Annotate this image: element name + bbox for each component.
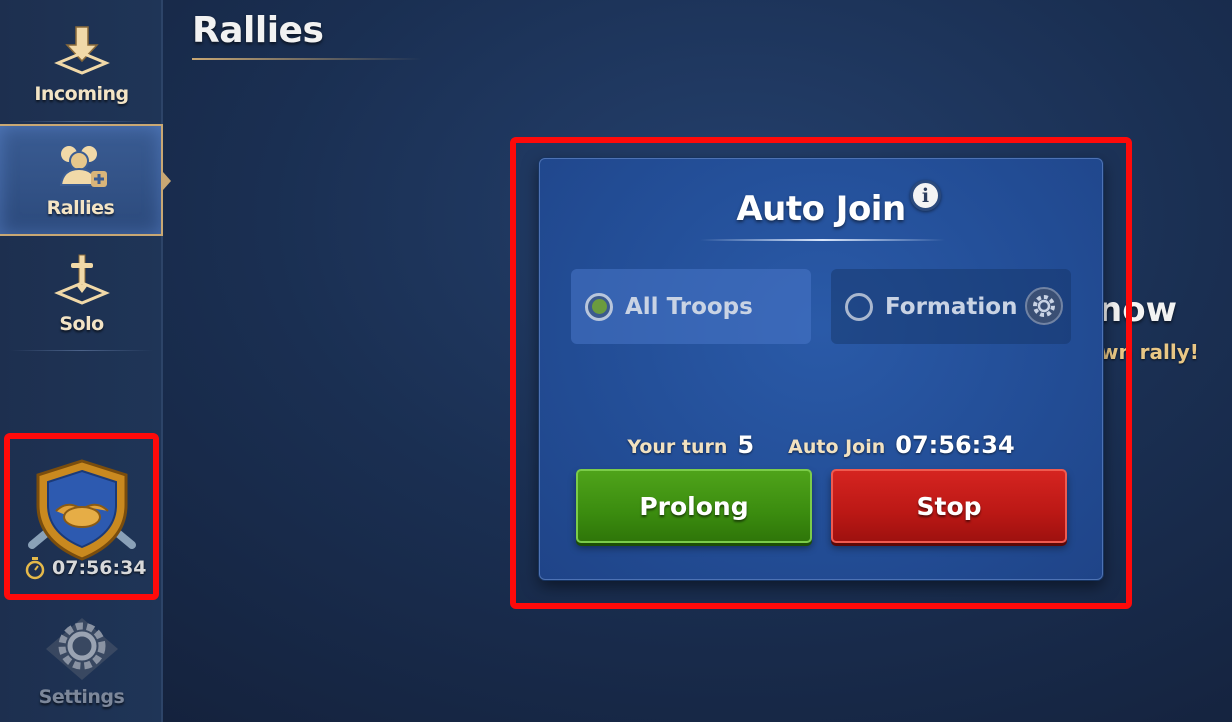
badge-timer-text: 07:56:34 — [52, 557, 147, 579]
auto-join-label: Auto Join — [788, 436, 886, 458]
group-add-icon — [59, 146, 107, 187]
option-label: All Troops — [625, 293, 753, 320]
option-all-troops[interactable]: All Troops — [571, 269, 811, 344]
sidebar-item-rallies[interactable]: Rallies — [0, 124, 163, 236]
option-formation[interactable]: Formation — [831, 269, 1071, 344]
divider — [10, 350, 153, 351]
option-label: Formation — [885, 293, 1018, 320]
sidebar-item-label: Solo — [59, 313, 104, 335]
title-underline — [192, 58, 422, 60]
sidebar-item-settings[interactable]: Settings — [0, 608, 163, 716]
divider — [10, 121, 153, 122]
sidebar-item-incoming[interactable]: Incoming — [0, 8, 163, 120]
title-divider — [700, 239, 945, 241]
badge-timer: 07:56:34 — [24, 556, 147, 580]
stopwatch-icon — [25, 557, 45, 580]
prolong-button[interactable]: Prolong — [576, 469, 812, 543]
gear-icon — [45, 618, 118, 680]
sidebar: Incoming Rallies Solo 07:56:34 Settings — [0, 0, 171, 722]
auto-join-timer: 07:56:34 — [895, 431, 1015, 459]
stop-button[interactable]: Stop — [831, 469, 1067, 543]
formation-settings-button[interactable] — [1025, 287, 1063, 325]
arrow-down-icon — [53, 26, 110, 75]
info-icon[interactable]: i — [910, 180, 941, 211]
page-title: Rallies — [192, 10, 324, 51]
radio-unchecked[interactable] — [845, 292, 873, 321]
sidebar-item-label: Incoming — [34, 83, 129, 105]
dialog-title: Auto Join — [736, 189, 906, 229]
active-indicator — [163, 172, 171, 190]
sidebar-item-label: Settings — [38, 686, 125, 708]
handshake-shield-icon — [27, 459, 136, 561]
gear-icon — [1033, 295, 1055, 317]
turn-label: Your turn — [627, 436, 728, 458]
auto-join-status: Your turn 5 Auto Join 07:56:34 — [540, 431, 1102, 459]
sidebar-item-label: Rallies — [46, 197, 115, 219]
radio-checked[interactable] — [585, 292, 613, 321]
turn-value: 5 — [737, 431, 755, 459]
sidebar-item-solo[interactable]: Solo — [0, 238, 163, 350]
alliance-badge-highlight[interactable]: 07:56:34 — [4, 433, 159, 600]
auto-join-dialog: Auto Join i All Troops Formation Your tu… — [539, 158, 1103, 580]
sword-icon — [53, 254, 110, 305]
